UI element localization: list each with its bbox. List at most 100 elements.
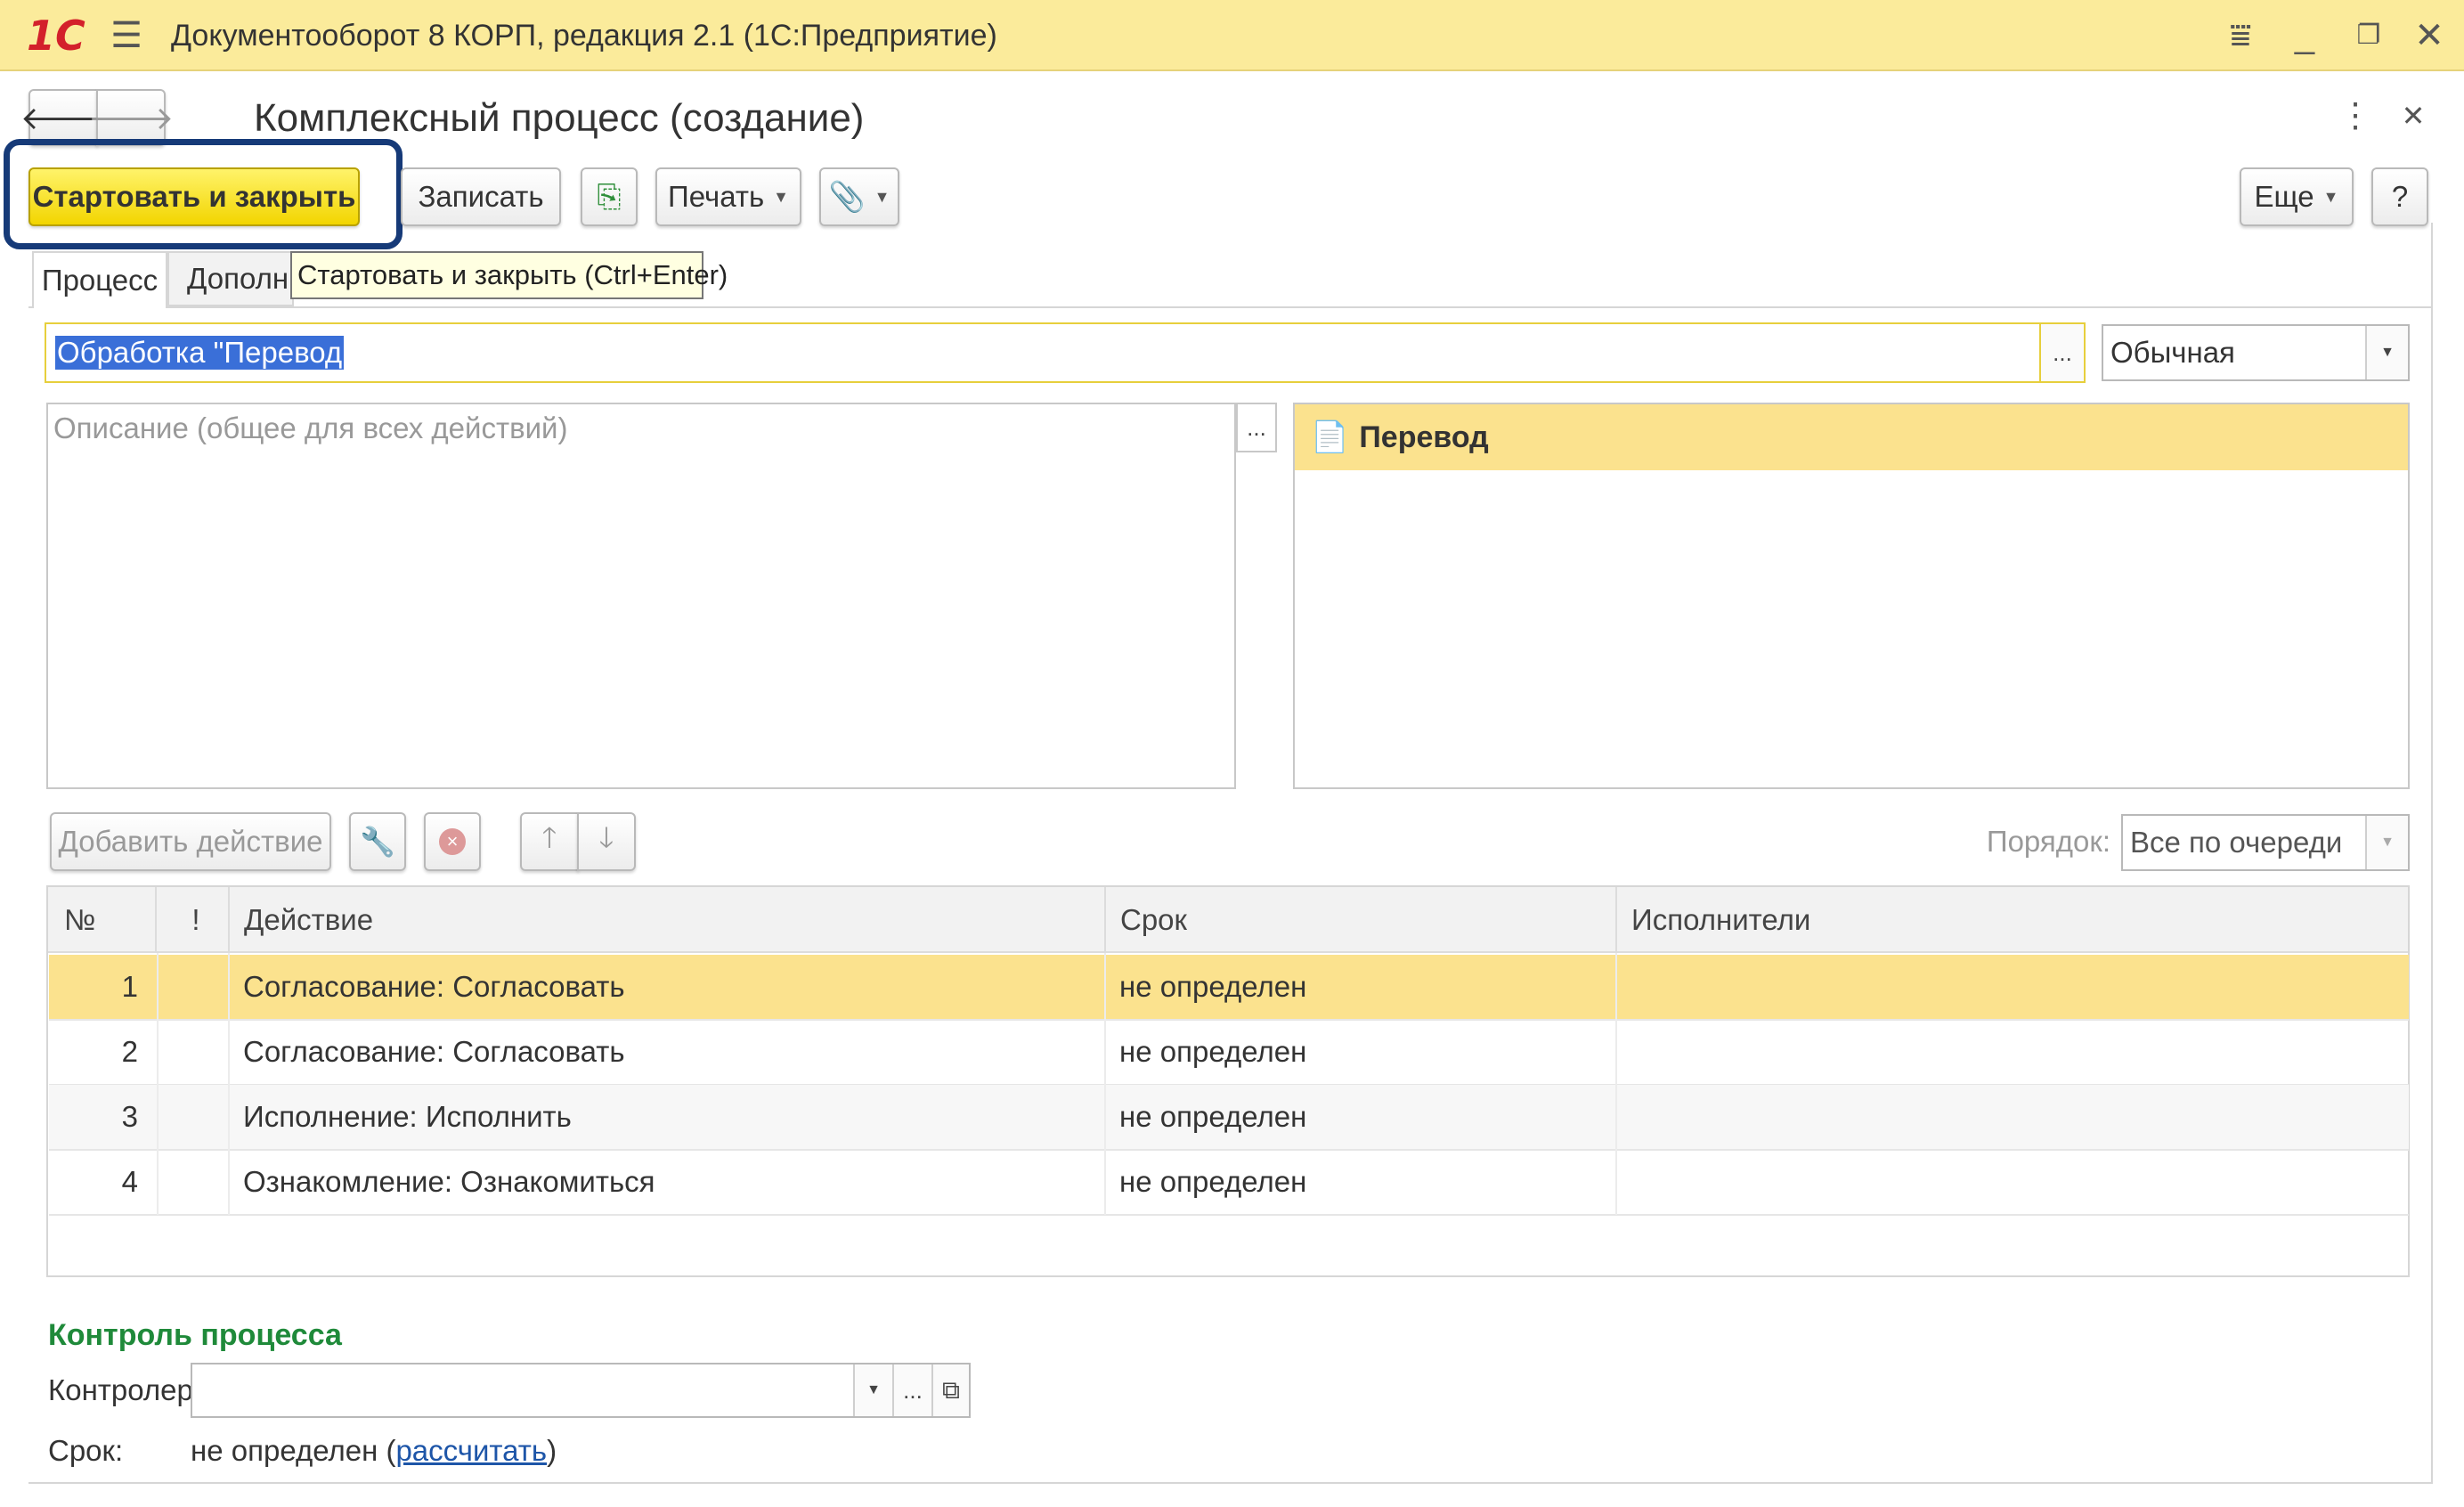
close-window-icon[interactable]: ✕ <box>2404 0 2454 71</box>
help-button[interactable]: ? <box>2371 167 2428 226</box>
row-performers <box>1630 1150 2396 1214</box>
row-number: 1 <box>121 970 138 1003</box>
move-down-button[interactable]: 🡓 <box>577 812 636 871</box>
importance-select[interactable]: Обычная <box>2102 324 2410 381</box>
tooltip: Стартовать и закрыть (Ctrl+Enter) <box>290 251 728 299</box>
table-header: № ! Действие Срок Исполнители <box>48 887 2408 953</box>
create-based-on-button[interactable]: ⎘ <box>581 167 638 226</box>
chevron-down-icon: ▼ <box>2322 187 2339 206</box>
row-action: Ознакомление: Ознакомиться <box>243 1165 655 1198</box>
chevron-down-icon: ▼ <box>874 187 890 206</box>
due-text: не определен ( <box>191 1434 396 1467</box>
due-value: не определен (рассчитать) <box>191 1423 992 1478</box>
row-due: не определен <box>1119 1035 1307 1068</box>
add-action-button[interactable]: Добавить действие <box>50 812 331 871</box>
arrow-down-icon: 🡓 <box>598 821 614 853</box>
chevron-down-icon: ▼ <box>773 187 789 206</box>
row-number: 3 <box>121 1100 138 1133</box>
row-number: 4 <box>121 1165 138 1198</box>
delete-icon: × <box>439 828 466 855</box>
column-header-performers[interactable]: Исполнители <box>1615 887 2408 953</box>
controller-label: Контролер: <box>48 1373 202 1406</box>
close-form-icon[interactable]: ✕ <box>2387 85 2440 147</box>
subject-item[interactable]: 📄 Перевод <box>1295 404 2408 470</box>
row-number: 2 <box>121 1035 138 1068</box>
arrow-up-icon: 🡑 <box>541 821 557 853</box>
delete-action-button[interactable]: × <box>424 812 481 871</box>
description-textarea[interactable]: Описание (общее для всех действий) <box>46 403 1236 789</box>
move-up-button[interactable]: 🡑 <box>520 812 579 871</box>
print-button[interactable]: Печать ▼ <box>655 167 801 226</box>
document-icon: 📄 <box>1311 420 1349 454</box>
chevron-down-icon: ▼ <box>866 1382 881 1397</box>
minimize-icon[interactable]: _ <box>2280 0 2330 71</box>
row-action: Согласование: Согласовать <box>243 1035 625 1068</box>
column-separator <box>1615 953 1617 1215</box>
highlight-frame <box>4 139 403 249</box>
forward-button[interactable]: 🡒 <box>88 89 174 146</box>
chevron-down-icon: ▼ <box>2380 345 2395 360</box>
column-header-due[interactable]: Срок <box>1104 887 1615 953</box>
controller-open-button[interactable]: ⧉ <box>931 1364 969 1416</box>
row-action: Исполнение: Исполнить <box>243 1100 572 1133</box>
functions-menu-icon[interactable]: ⩸ <box>2216 0 2265 71</box>
description-placeholder: Описание (общее для всех действий) <box>53 411 568 444</box>
attachments-button[interactable]: 📎 ▼ <box>819 167 899 226</box>
order-value: Все по очереди <box>2130 826 2343 859</box>
save-button[interactable]: Записать <box>401 167 561 226</box>
table-row[interactable]: 4 Ознакомление: Ознакомиться не определе… <box>49 1150 2409 1216</box>
title-bar: 1С ☰ Документооборот 8 КОРП, редакция 2.… <box>0 0 2464 71</box>
main-menu-icon[interactable]: ☰ <box>100 0 153 71</box>
process-control-title: Контроль процесса <box>48 1317 342 1352</box>
app-logo: 1С <box>27 12 85 60</box>
table-row[interactable]: 1 Согласование: Согласовать не определен <box>49 955 2409 1021</box>
create-based-on-icon: ⎘ <box>597 179 622 214</box>
wrench-icon: 🔧 <box>360 826 395 858</box>
paperclip-icon: 📎 <box>828 179 866 213</box>
more-label: Еще <box>2254 180 2314 213</box>
recalculate-link[interactable]: рассчитать <box>395 1434 547 1468</box>
form-title: Комплексный процесс (создание) <box>254 96 865 140</box>
print-label: Печать <box>668 180 765 213</box>
row-due: не определен <box>1119 1100 1307 1133</box>
importance-value: Обычная <box>2110 336 2235 369</box>
table-row[interactable]: 3 Исполнение: Исполнить не определен <box>49 1085 2409 1151</box>
due-label: Срок: <box>48 1434 124 1467</box>
tab-process[interactable]: Процесс <box>32 251 167 308</box>
order-label: Порядок: <box>1986 825 2110 858</box>
more-button[interactable]: Еще ▼ <box>2240 167 2354 226</box>
process-name-field[interactable]: Обработка "Перевод <box>45 322 2086 383</box>
due-close-paren: ) <box>547 1434 557 1467</box>
action-settings-button[interactable]: 🔧 <box>349 812 406 871</box>
restore-icon[interactable]: ❐ <box>2344 0 2394 71</box>
form-border <box>2431 223 2433 1484</box>
form-border <box>28 1482 2433 1484</box>
subject-item-label: Перевод <box>1359 420 1489 454</box>
row-performers <box>1630 1020 2396 1084</box>
tabs-divider <box>28 306 2433 308</box>
row-performers <box>1630 1085 2396 1149</box>
controller-select-button[interactable]: ... <box>892 1364 931 1416</box>
app-title: Документооборот 8 КОРП, редакция 2.1 (1С… <box>171 19 997 53</box>
column-header-importance[interactable]: ! <box>155 887 235 953</box>
description-edit-button[interactable]: ... <box>1236 403 1277 452</box>
controller-dropdown-button[interactable]: ▼ <box>853 1364 892 1416</box>
table-row[interactable]: 2 Согласование: Согласовать не определен <box>49 1020 2409 1086</box>
tab-additional[interactable]: Дополнит <box>167 251 294 306</box>
kebab-menu-icon[interactable]: ⋮ <box>2329 85 2382 147</box>
name-select-button[interactable]: ... <box>2039 324 2084 381</box>
row-action: Согласование: Согласовать <box>243 970 625 1003</box>
row-performers <box>1630 955 2396 1019</box>
importance-dropdown-button[interactable]: ▼ <box>2365 326 2408 379</box>
row-due: не определен <box>1119 1165 1307 1198</box>
order-dropdown-button[interactable]: ▼ <box>2365 816 2408 869</box>
chevron-down-icon: ▼ <box>2380 835 2395 850</box>
column-separator <box>228 953 230 1215</box>
column-header-action[interactable]: Действие <box>228 887 1154 953</box>
column-header-number[interactable]: № <box>64 887 153 953</box>
column-separator <box>157 953 159 1215</box>
open-icon: ⧉ <box>942 1375 960 1404</box>
column-separator <box>1104 953 1106 1215</box>
arrow-right-icon: 🡒 <box>87 100 175 136</box>
process-name-value: Обработка "Перевод <box>55 336 345 370</box>
